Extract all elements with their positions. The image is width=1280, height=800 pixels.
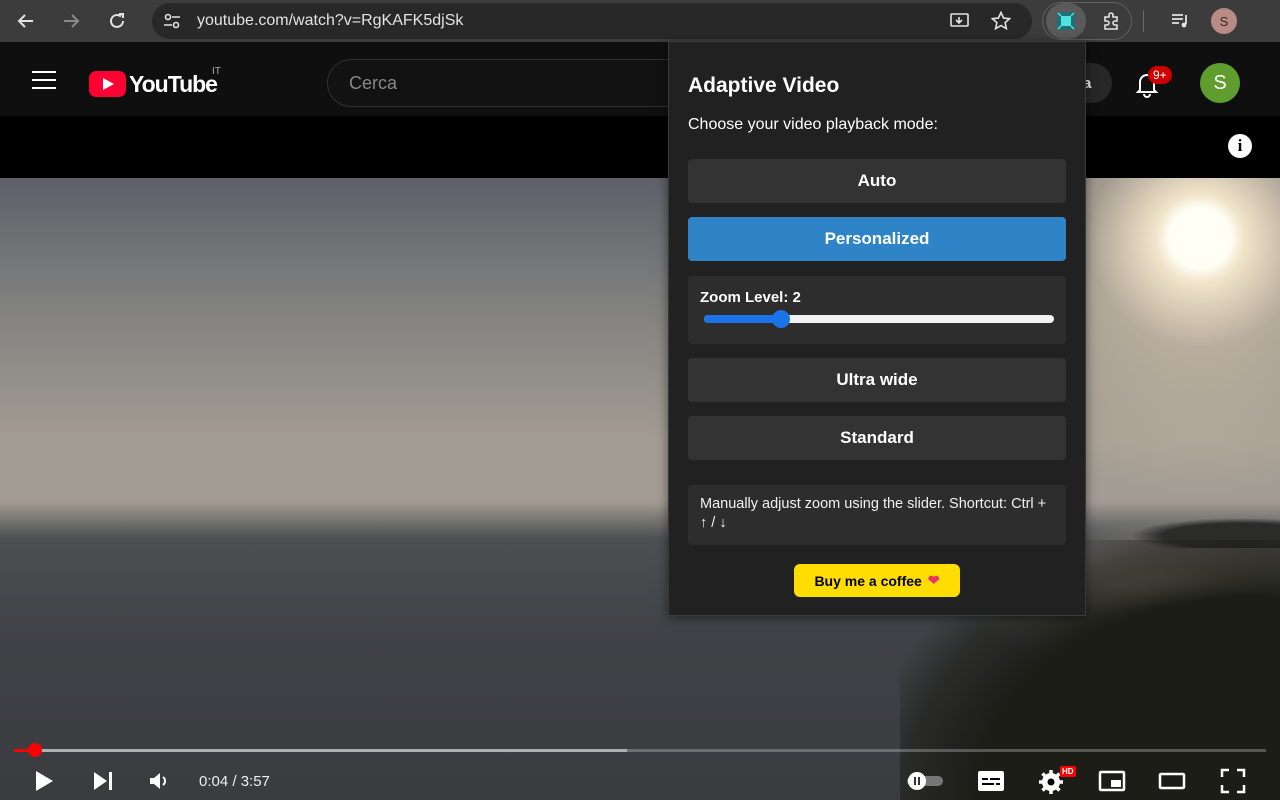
autoplay-toggle[interactable] xyxy=(903,766,947,796)
browser-profile-avatar[interactable]: S xyxy=(1211,8,1237,34)
zoom-control: Zoom Level: 2 xyxy=(688,276,1066,344)
adaptive-video-popup: Adaptive Video Choose your video playbac… xyxy=(668,41,1086,616)
youtube-logo[interactable]: YouTube IT xyxy=(89,66,221,98)
menu-hamburger-icon[interactable] xyxy=(32,71,56,91)
url-text[interactable]: youtube.com/watch?v=RgKAFK5djSk xyxy=(197,12,463,30)
mode-personalized-button[interactable]: Personalized xyxy=(688,217,1066,261)
next-icon[interactable] xyxy=(88,766,118,796)
heart-icon: ❤ xyxy=(927,572,940,588)
browser-toolbar: youtube.com/watch?v=RgKAFK5djSk S xyxy=(0,0,1280,42)
progress-buffered xyxy=(14,749,628,752)
time-display: 0:04 / 3:57 xyxy=(199,773,270,790)
toolbar-divider xyxy=(1143,10,1144,32)
youtube-play-logo-icon xyxy=(89,71,126,97)
fullscreen-icon[interactable] xyxy=(1218,766,1248,796)
notifications-count-badge: 9+ xyxy=(1148,66,1172,84)
install-app-icon[interactable] xyxy=(949,10,971,32)
popup-title: Adaptive Video xyxy=(688,74,840,97)
video-letterbox xyxy=(0,116,1280,178)
search-placeholder: Cerca xyxy=(349,73,398,93)
mode-standard-button[interactable]: Standard xyxy=(688,416,1066,460)
media-control-icon[interactable] xyxy=(1165,5,1197,37)
search-input[interactable]: Cerca xyxy=(327,59,687,107)
popup-subtitle: Choose your video playback mode: xyxy=(688,116,938,133)
adaptive-video-extension-icon[interactable] xyxy=(1046,3,1086,39)
address-bar[interactable]: youtube.com/watch?v=RgKAFK5djSk xyxy=(152,3,1032,39)
info-icon[interactable]: i xyxy=(1228,134,1252,158)
extensions-puzzle-icon[interactable] xyxy=(1096,5,1128,37)
miniplayer-icon[interactable] xyxy=(1097,766,1127,796)
reload-icon[interactable] xyxy=(101,5,133,37)
help-text: Manually adjust zoom using the slider. S… xyxy=(688,485,1066,545)
site-settings-icon[interactable] xyxy=(162,11,182,31)
zoom-level-label: Zoom Level: 2 xyxy=(700,289,801,306)
zoom-slider[interactable] xyxy=(704,310,1054,328)
play-icon[interactable] xyxy=(29,766,59,796)
buy-me-a-coffee-button[interactable]: Buy me a coffee ❤ xyxy=(794,564,960,597)
bookmark-star-icon[interactable] xyxy=(990,10,1012,32)
youtube-wordmark: YouTube xyxy=(129,70,218,97)
volume-icon[interactable] xyxy=(144,766,174,796)
mode-ultra-wide-button[interactable]: Ultra wide xyxy=(688,358,1066,402)
video-frame[interactable] xyxy=(0,178,1280,800)
zoom-slider-thumb[interactable] xyxy=(772,310,790,328)
user-avatar[interactable]: S xyxy=(1200,63,1240,103)
hd-badge: HD xyxy=(1060,766,1076,777)
country-code: IT xyxy=(212,66,221,77)
forward-arrow-icon[interactable] xyxy=(55,5,87,37)
zoom-slider-fill xyxy=(704,315,781,323)
mode-auto-button[interactable]: Auto xyxy=(688,159,1066,203)
coffee-label: Buy me a coffee xyxy=(814,572,922,589)
subtitles-icon[interactable] xyxy=(976,766,1006,796)
back-arrow-icon[interactable] xyxy=(10,5,42,37)
video-progress-bar[interactable] xyxy=(14,743,1266,757)
theater-mode-icon[interactable] xyxy=(1157,766,1187,796)
